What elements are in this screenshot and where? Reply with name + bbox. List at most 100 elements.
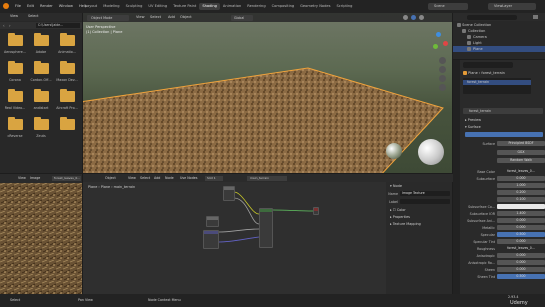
outliner-item[interactable]: Plane <box>453 46 545 52</box>
node-color-toggle[interactable]: ▸ ☐ Color <box>390 208 406 213</box>
tab-texture-paint[interactable]: Texture Paint <box>170 3 199 10</box>
bsdf-input-field[interactable]: 0.200 <box>497 190 545 195</box>
tab-uv-editing[interactable]: UV Editing <box>145 3 170 10</box>
blender-logo-icon[interactable] <box>3 3 9 9</box>
material-slot-item[interactable]: forest_terrain <box>463 80 531 85</box>
scene-selector[interactable]: Scene <box>428 3 468 10</box>
bsdf-input-field[interactable]: forest_leaves_0... <box>497 246 545 251</box>
bsdf-input-field[interactable]: 0.000 <box>497 267 545 272</box>
file-select-menu[interactable]: Select <box>28 14 38 19</box>
camera-view-icon[interactable] <box>439 75 446 82</box>
file-path-field[interactable]: C:\Users\Jaide... <box>36 23 80 28</box>
folder-item[interactable]: Real Video... <box>2 89 28 110</box>
properties-breadcrumb: Plane › forest_terrain <box>463 71 505 76</box>
back-arrow-icon[interactable]: ‹ <box>3 23 5 28</box>
menu-edit[interactable]: Edit <box>24 3 37 10</box>
image-texture-node-top[interactable] <box>223 186 235 201</box>
node-panel-header[interactable]: ▾ Node <box>390 184 402 189</box>
surface-shader-field[interactable]: Principled BSDF <box>497 141 545 146</box>
texture-mapping-toggle[interactable]: ▸ Texture Mapping <box>390 222 421 227</box>
folder-item[interactable]: Adobe <box>28 33 54 54</box>
section-preview[interactable]: ▸ Preview <box>465 118 481 123</box>
tab-compositing[interactable]: Compositing <box>269 3 298 10</box>
use-nodes-button[interactable] <box>465 132 543 137</box>
folder-item[interactable]: Corona <box>2 61 28 82</box>
bsdf-input-field[interactable]: 0.500 <box>497 232 545 237</box>
material-output-node[interactable] <box>313 207 319 215</box>
folder-item[interactable] <box>54 117 80 138</box>
image-menu[interactable]: Image <box>30 176 40 181</box>
breadcrumb-material: forest_terrain <box>481 71 505 75</box>
folder-item[interactable]: Aerosphere... <box>2 33 28 54</box>
bsdf-input-field[interactable]: forest_leaves_0... <box>497 169 545 174</box>
bsdf-input-field[interactable] <box>497 204 545 209</box>
view-layer-selector[interactable]: ViewLayer <box>488 3 536 10</box>
navigation-gizmo[interactable] <box>428 32 448 52</box>
tab-sculpting[interactable]: Sculpting <box>123 3 146 10</box>
material-slot-list[interactable]: forest_terrain <box>463 78 531 94</box>
leaf-texture-image[interactable] <box>0 183 82 294</box>
bsdf-input-label: Roughness <box>477 246 495 251</box>
outliner-filter-icon[interactable] <box>533 15 538 19</box>
folder-item[interactable]: Animatio... <box>54 33 80 54</box>
image-texture-node-mid[interactable] <box>206 216 219 227</box>
section-surface[interactable]: ▾ Surface <box>465 125 481 130</box>
bsdf-input-field[interactable]: 0.000 <box>497 260 545 265</box>
bsdf-input-field[interactable]: 1.000 <box>497 183 545 188</box>
normal-map-node[interactable] <box>203 230 219 249</box>
tab-rendering[interactable]: Rendering <box>244 3 268 10</box>
subsurface-method-dropdown[interactable]: Random Walk <box>497 158 545 163</box>
tab-animation[interactable]: Animation <box>220 3 244 10</box>
outliner-search[interactable] <box>467 14 517 20</box>
bsdf-input-field[interactable]: 1.400 <box>497 211 545 216</box>
folder-label: Aircraft Pro... <box>56 106 78 110</box>
folder-item[interactable]: andistart <box>28 89 54 110</box>
bsdf-input-field[interactable]: 0.100 <box>497 197 545 202</box>
outliner-item-label: Camera <box>473 35 487 39</box>
bsdf-input-field[interactable]: 0.000 <box>497 225 545 230</box>
tab-geometry-nodes[interactable]: Geometry Nodes <box>297 3 333 10</box>
zoom-icon[interactable] <box>439 57 446 64</box>
folder-item[interactable]: Maxon Dev... <box>54 61 80 82</box>
bsdf-input-field[interactable]: 0.000 <box>497 239 545 244</box>
forward-arrow-icon[interactable]: › <box>9 23 11 28</box>
bsdf-input-row: Specular Tint 0.000 <box>461 238 545 245</box>
properties-search[interactable] <box>463 62 513 68</box>
tab-modeling[interactable]: Modeling <box>100 3 122 10</box>
bsdf-input-field[interactable]: 0.500 <box>497 274 545 279</box>
image-datablock-field[interactable]: forest_leaves_0... <box>52 175 81 181</box>
tab-layout[interactable]: Layout <box>82 3 100 10</box>
bsdf-input-field[interactable]: 0.000 <box>497 176 545 181</box>
tab-shading[interactable]: Shading <box>199 3 220 10</box>
bsdf-input-field[interactable]: 0.000 <box>497 218 545 223</box>
folder-item[interactable]: Zeuts <box>28 117 54 138</box>
folder-icon <box>59 33 75 46</box>
pan-hand-icon[interactable] <box>439 66 446 73</box>
outliner-item-icon <box>467 47 471 51</box>
bsdf-input-row: Roughness forest_leaves_0... <box>461 245 545 252</box>
folder-icon <box>59 117 75 130</box>
file-view-menu[interactable]: View <box>10 14 18 19</box>
bsdf-input-label: Subsurface IOR <box>469 211 495 216</box>
material-datablock-field[interactable]: forest_terrain <box>463 108 543 114</box>
node-properties-toggle[interactable]: ▸ Properties <box>390 215 410 220</box>
shader-node-editor[interactable]: Object View Select Add Node Use Nodes Sl… <box>83 174 453 294</box>
node-name-field[interactable]: Image Texture <box>400 191 450 196</box>
outliner-item-icon <box>467 41 471 45</box>
3d-viewport[interactable]: Object Mode View Select Add Object Globa… <box>83 13 452 173</box>
folder-item[interactable]: Cordon-Off... <box>28 61 54 82</box>
folder-item[interactable]: cReverse <box>2 117 28 138</box>
image-view-menu[interactable]: View <box>18 176 26 181</box>
principled-bsdf-node[interactable] <box>259 208 273 248</box>
menu-render[interactable]: Render <box>37 3 56 10</box>
menu-file[interactable]: File <box>12 3 24 10</box>
bsdf-input-field[interactable]: 0.000 <box>497 253 545 258</box>
section-surface-label: Surface <box>467 125 481 129</box>
perspective-toggle-icon[interactable] <box>439 84 446 91</box>
distribution-dropdown[interactable]: GGX <box>497 150 545 155</box>
node-label-field[interactable] <box>400 199 450 204</box>
tab-scripting[interactable]: Scripting <box>333 3 355 10</box>
outliner-item-icon <box>467 35 471 39</box>
menu-window[interactable]: Window <box>56 3 76 10</box>
folder-item[interactable]: Aircraft Pro... <box>54 89 80 110</box>
